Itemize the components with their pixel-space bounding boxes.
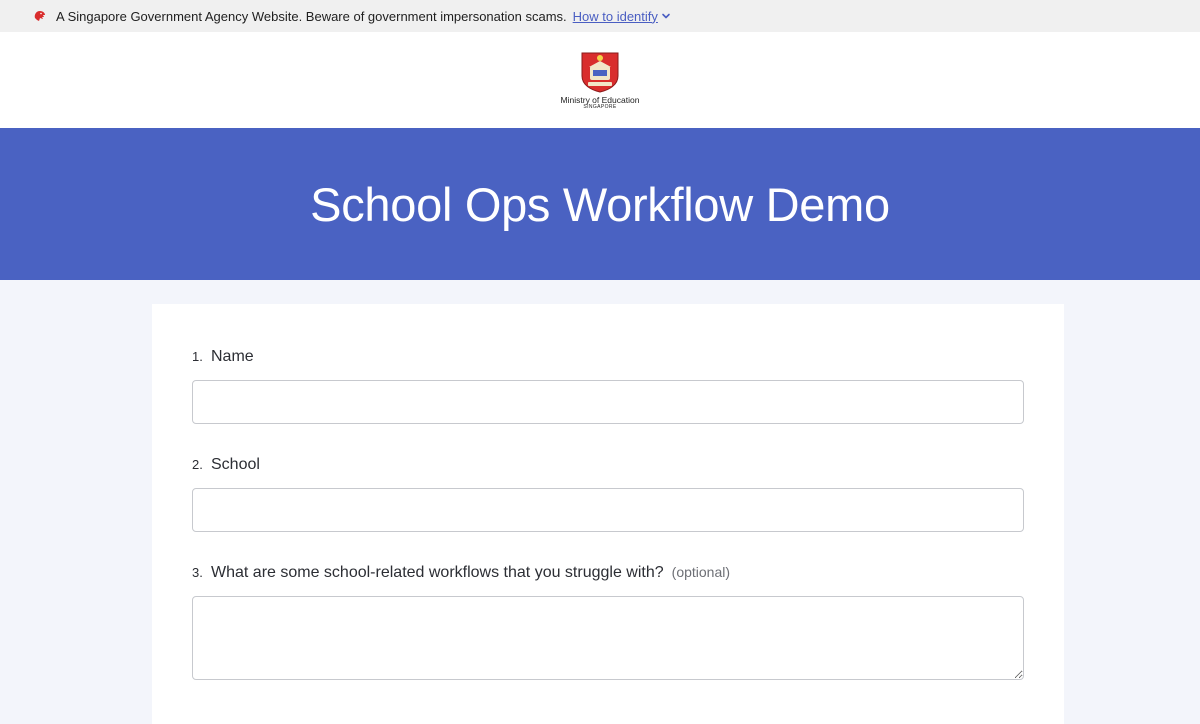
question-label: 1. Name [192, 348, 1024, 366]
question-label: 2. School [192, 456, 1024, 474]
how-to-identify-link[interactable]: How to identify [573, 9, 671, 24]
singapore-lion-icon [32, 8, 48, 24]
question-number: 2. [192, 457, 203, 472]
government-masthead: A Singapore Government Agency Website. B… [0, 0, 1200, 32]
agency-name: Ministry of Education [560, 94, 640, 105]
form-title: School Ops Workflow Demo [310, 177, 890, 231]
question-name: 1. Name [192, 348, 1024, 424]
question-title: School [211, 456, 260, 473]
masthead-notice: A Singapore Government Agency Website. B… [56, 8, 567, 24]
optional-tag: (optional) [671, 564, 731, 580]
question-number: 3. [192, 565, 203, 580]
form-card: 1. Name 2. School 3. What are some schoo… [152, 304, 1064, 724]
how-to-identify-label: How to identify [572, 8, 658, 24]
name-input[interactable] [192, 380, 1024, 424]
workflows-textarea[interactable] [192, 596, 1024, 680]
question-workflows: 3. What are some school-related workflow… [192, 564, 1024, 680]
chevron-down-icon [661, 11, 671, 21]
question-title: Name [211, 348, 254, 365]
question-label: 3. What are some school-related workflow… [192, 564, 1024, 582]
question-title: What are some school-related workflows t… [211, 564, 664, 581]
question-school: 2. School [192, 456, 1024, 532]
moe-crest-icon [581, 52, 619, 93]
form-header-banner: School Ops Workflow Demo [0, 128, 1200, 280]
agency-logo-bar: Ministry of Education SINGAPORE [0, 32, 1200, 128]
question-number: 1. [192, 349, 203, 364]
school-input[interactable] [192, 488, 1024, 532]
agency-subtitle: SINGAPORE [583, 104, 617, 111]
